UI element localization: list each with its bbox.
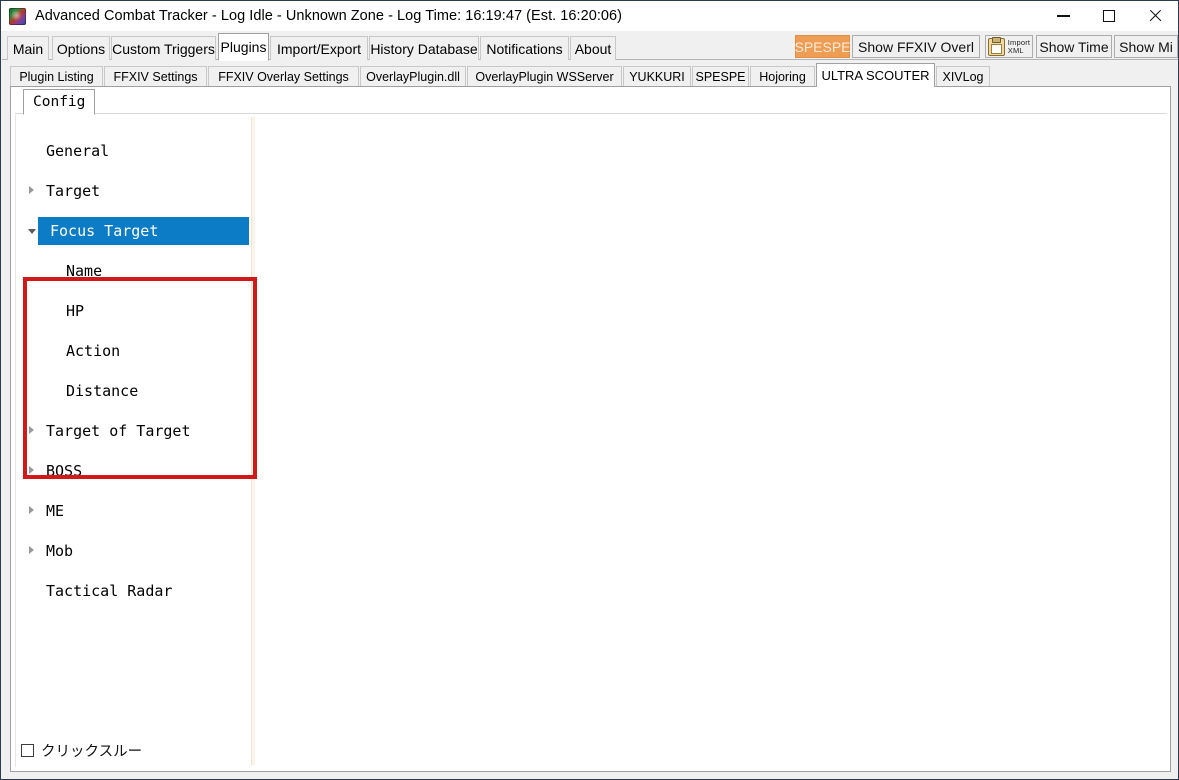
tree-item-label: General: [46, 142, 110, 160]
tree-item-label: Target of Target: [46, 422, 191, 440]
tree-item-label: Focus Target: [50, 222, 159, 240]
tree-item-label: Mob: [46, 542, 74, 560]
plugin-tab-xivlog[interactable]: XIVLog: [936, 66, 990, 87]
tree-item-me[interactable]: ME: [16, 497, 249, 525]
close-icon: [1148, 9, 1162, 23]
main-tab-import-export[interactable]: Import/Export: [270, 36, 368, 60]
tree-item-label: Name: [66, 262, 103, 280]
window-title: Advanced Combat Tracker - Log Idle - Unk…: [35, 8, 623, 24]
title-bar: Advanced Combat Tracker - Log Idle - Unk…: [1, 1, 1178, 31]
tree-item-general[interactable]: General: [16, 137, 249, 165]
plugin-tab-overlayplugin-wsserver[interactable]: OverlayPlugin WSServer: [467, 66, 622, 87]
plugin-tab-hojoring[interactable]: Hojoring: [750, 66, 815, 87]
tree-item-label: BOSS: [46, 462, 83, 480]
tree-item-label: Target: [46, 182, 101, 200]
plugin-tab-yukkuri[interactable]: YUKKURI: [623, 66, 691, 87]
plugin-tab-overlayplugin-dll[interactable]: OverlayPlugin.dll: [360, 66, 466, 87]
show-mini-button[interactable]: Show Mi: [1114, 35, 1178, 58]
act-app-icon: [9, 7, 26, 25]
main-tab-custom-triggers[interactable]: Custom Triggers: [111, 36, 216, 60]
show-ffxiv-overlay-button[interactable]: Show FFXIV Overl: [852, 35, 980, 58]
tree-item-label: HP: [66, 302, 85, 320]
tree-item-label: Tactical Radar: [46, 582, 173, 600]
tree-expander[interactable]: [28, 546, 38, 556]
tree-item-boss[interactable]: BOSS: [16, 457, 249, 485]
clipboard-icon: [987, 36, 1005, 56]
chevron-right-icon[interactable]: [29, 426, 34, 434]
main-tab-strip: Main Options Custom Triggers Plugins Import/…: [2, 32, 1178, 61]
tree-expander[interactable]: [28, 186, 38, 196]
main-tab-options[interactable]: Options: [52, 36, 110, 60]
minimize-icon: [1056, 15, 1070, 17]
plugin-tab-ffxiv-overlay-settings[interactable]: FFXIV Overlay Settings: [208, 66, 359, 87]
plugin-tab-plugin-listing[interactable]: Plugin Listing: [10, 66, 103, 87]
config-tab-strip: Config: [15, 89, 1167, 115]
tree-item-mob[interactable]: Mob: [16, 537, 249, 565]
show-time-button[interactable]: Show Time: [1036, 35, 1112, 58]
main-tab-plugins[interactable]: Plugins: [218, 33, 269, 61]
clickthrough-label: クリックスルー: [41, 744, 143, 760]
minimize-button[interactable]: [1040, 1, 1086, 31]
tree-expander[interactable]: [28, 226, 38, 236]
plugin-tab-ffxiv-settings[interactable]: FFXIV Settings: [104, 66, 207, 87]
tree-item-name[interactable]: Name: [16, 257, 249, 285]
tree-item-target-of-target[interactable]: Target of Target: [16, 417, 249, 445]
tree-content-splitter[interactable]: [251, 117, 255, 765]
tree-item-distance[interactable]: Distance: [16, 377, 249, 405]
tree-item-label: Action: [66, 342, 121, 360]
main-tab-notifications[interactable]: Notifications: [480, 36, 569, 60]
maximize-icon: [1103, 10, 1115, 22]
chevron-right-icon[interactable]: [29, 506, 34, 514]
config-tree: General Target Focus Target Name HP Action Dis…: [15, 115, 249, 767]
plugin-tab-ultra-scouter[interactable]: ULTRA SCOUTER: [816, 63, 935, 87]
main-tab-main[interactable]: Main: [7, 36, 49, 60]
tree-item-tactical-radar[interactable]: Tactical Radar: [16, 577, 249, 605]
tree-item-focus-target[interactable]: Focus Target: [28, 217, 249, 245]
ultra-scouter-panel: Config General Target Focus Target Name HP Ac…: [10, 86, 1171, 772]
chevron-down-icon[interactable]: [28, 229, 36, 234]
chevron-right-icon[interactable]: [29, 186, 34, 194]
plugin-tab-strip: Plugin Listing FFXIV Settings FFXIV Overla…: [10, 63, 1170, 87]
application-window: Advanced Combat Tracker - Log Idle - Unk…: [0, 0, 1179, 780]
tree-item-hp[interactable]: HP: [16, 297, 249, 325]
tree-item-label: ME: [46, 502, 65, 520]
tree-item-label: Distance: [66, 382, 139, 400]
tree-expander[interactable]: [28, 466, 38, 476]
import-xml-button[interactable]: Import XML: [985, 35, 1033, 58]
window-controls: [1040, 1, 1178, 31]
tree-item-target[interactable]: Target: [16, 177, 249, 205]
tree-expander[interactable]: [28, 506, 38, 516]
tree-expander[interactable]: [28, 426, 38, 436]
import-xml-label-bottom: XML: [1007, 45, 1024, 55]
main-tab-history-database[interactable]: History Database: [369, 36, 479, 60]
close-button[interactable]: [1132, 1, 1178, 31]
tree-item-action[interactable]: Action: [16, 337, 249, 365]
clickthrough-checkbox-row[interactable]: クリックスルー: [21, 740, 142, 761]
maximize-button[interactable]: [1086, 1, 1132, 31]
chevron-right-icon[interactable]: [29, 546, 34, 554]
main-tab-about[interactable]: About: [570, 36, 616, 60]
spespe-button[interactable]: SPESPE: [794, 35, 851, 58]
tab-config[interactable]: Config: [23, 89, 96, 115]
chevron-right-icon[interactable]: [29, 466, 34, 474]
config-content-pane: [255, 115, 1167, 767]
clickthrough-checkbox[interactable]: [21, 744, 34, 757]
config-tab-underline: [15, 113, 1167, 114]
plugin-tab-spespe[interactable]: SPESPE: [692, 66, 749, 87]
